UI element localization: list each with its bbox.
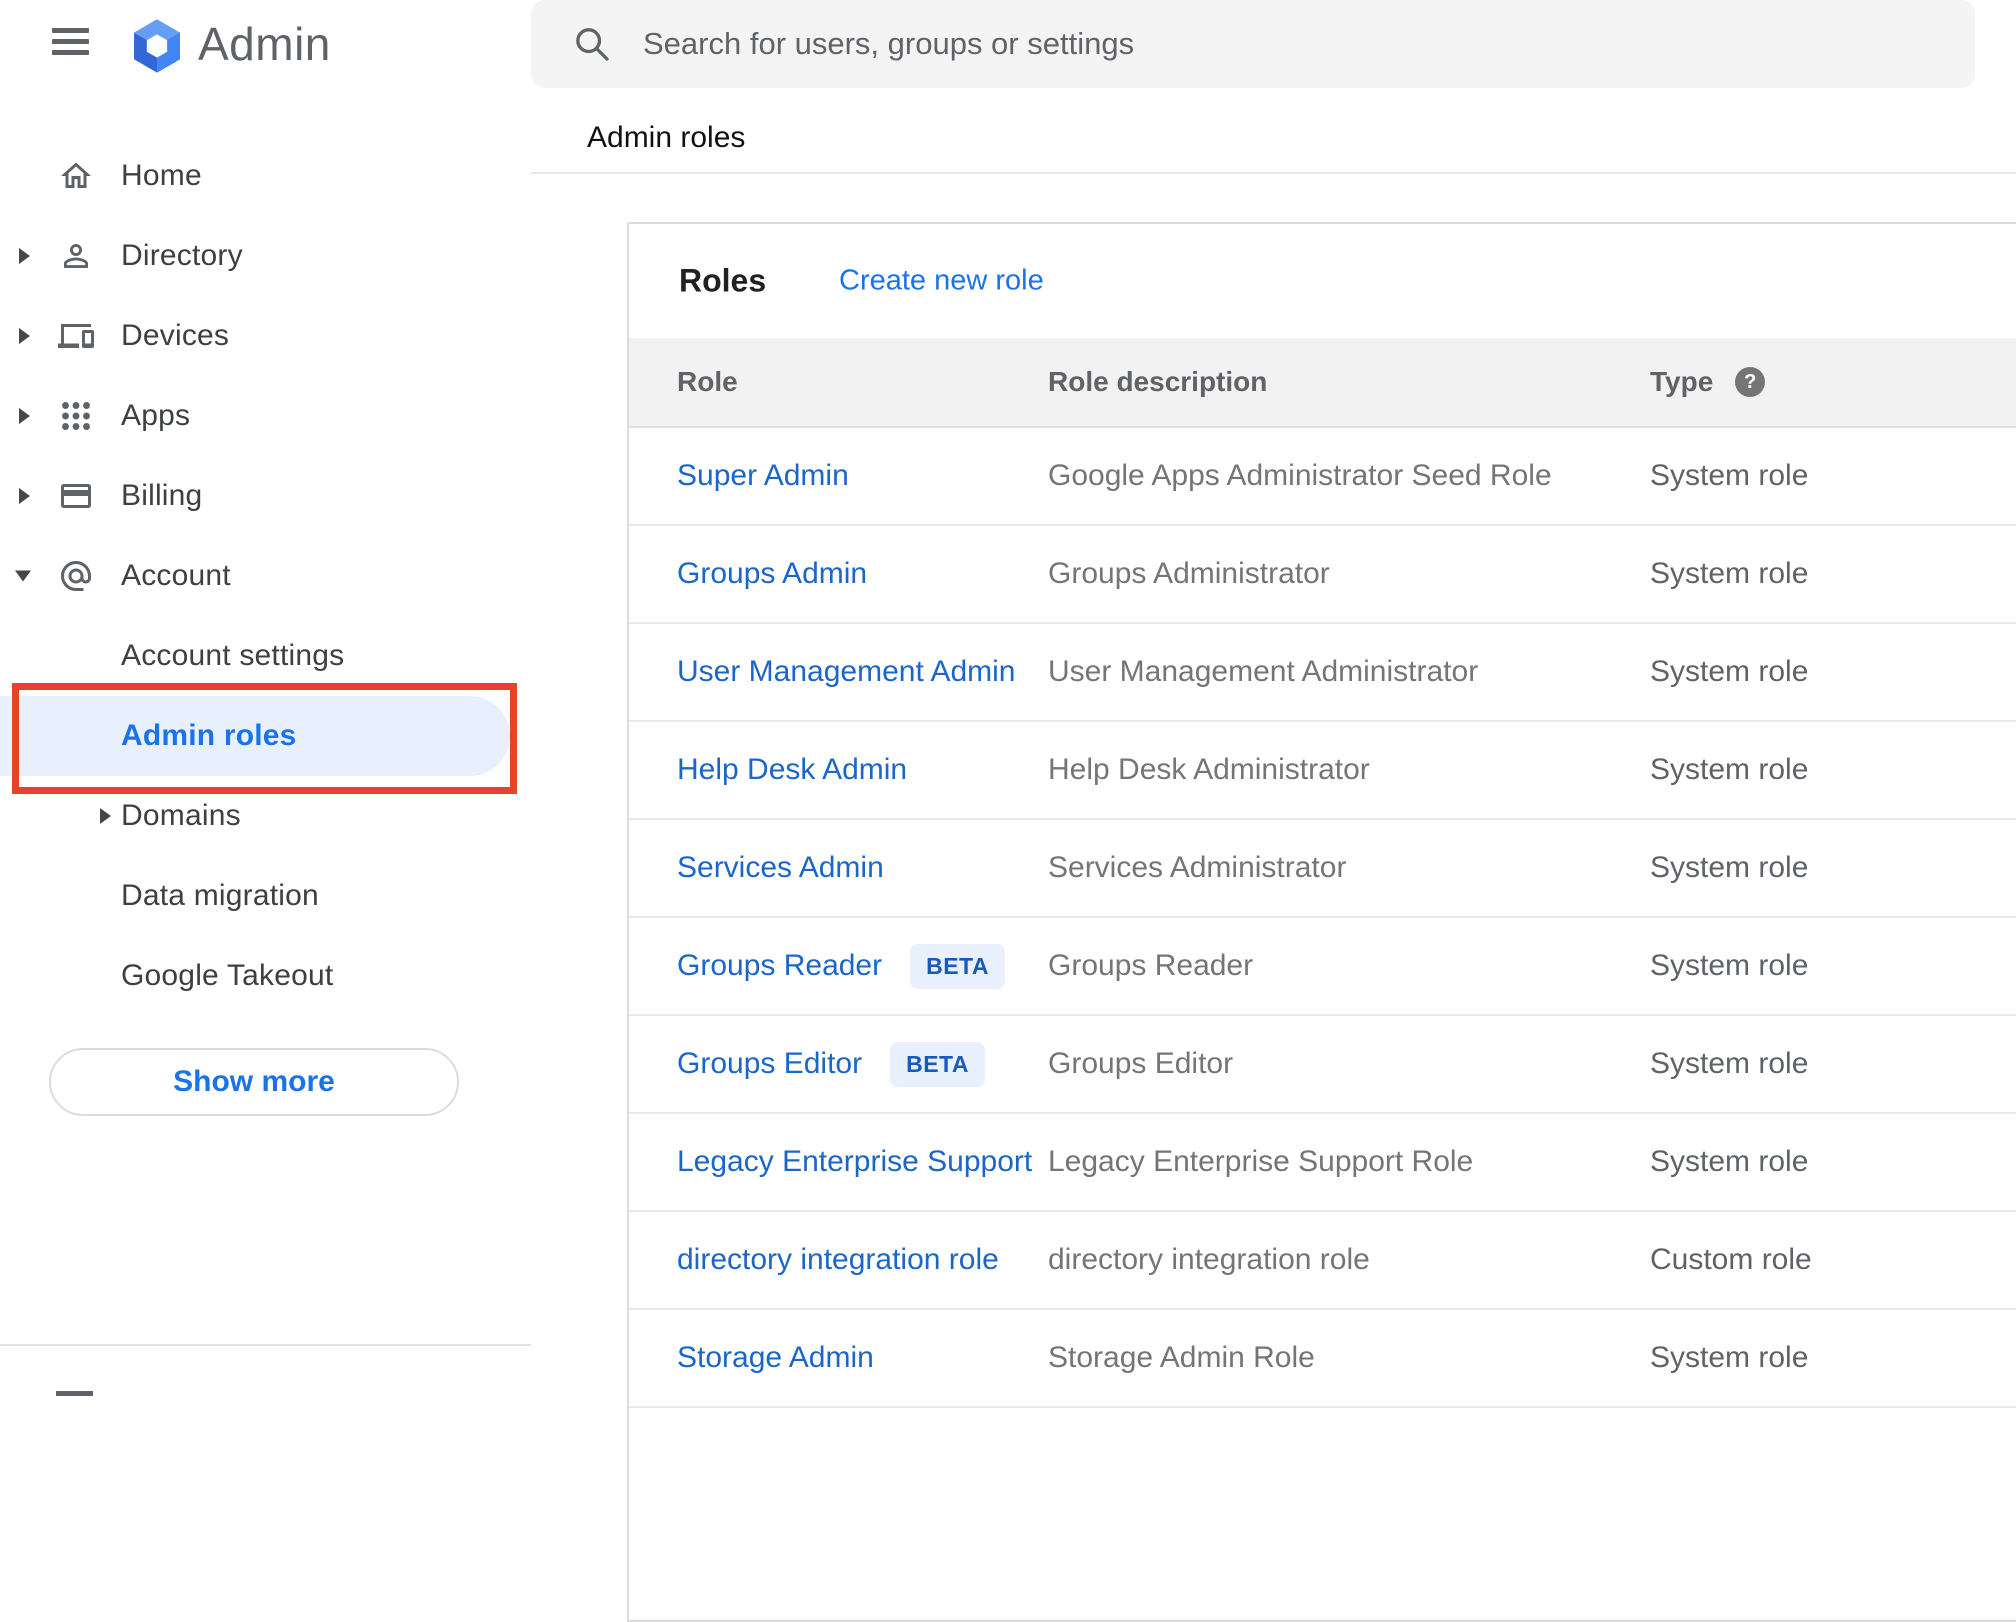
sidebar-divider bbox=[0, 1344, 531, 1346]
role-description: Groups Editor bbox=[1048, 1047, 1234, 1080]
building-icon-partial bbox=[56, 1391, 93, 1396]
role-type: System role bbox=[1650, 1145, 1809, 1178]
credit-card-icon bbox=[58, 478, 94, 514]
table-row: Groups Reader BETA Groups Reader System … bbox=[629, 918, 2016, 1016]
admin-logo bbox=[128, 17, 186, 75]
app-title: Admin bbox=[198, 18, 331, 70]
sidebar-item-admin-roles[interactable]: Admin roles bbox=[0, 696, 510, 776]
menu-icon[interactable] bbox=[52, 28, 89, 55]
sidebar-item-home[interactable]: Home bbox=[0, 136, 531, 216]
role-type: System role bbox=[1650, 1341, 1809, 1374]
expand-right-icon[interactable] bbox=[19, 248, 30, 264]
expand-right-icon[interactable] bbox=[19, 488, 30, 504]
sidebar-item-apps[interactable]: Apps bbox=[0, 376, 531, 456]
role-link[interactable]: User Management Admin bbox=[677, 655, 1016, 689]
role-description: directory integration role bbox=[1048, 1243, 1370, 1276]
sidebar-item-directory[interactable]: Directory bbox=[0, 216, 531, 296]
table-row: Super Admin Google Apps Administrator Se… bbox=[629, 428, 2016, 526]
create-new-role-link[interactable]: Create new role bbox=[839, 265, 1044, 298]
table-row: User Management Admin User Management Ad… bbox=[629, 624, 2016, 722]
card-title: Roles bbox=[679, 262, 767, 299]
table-row: Storage Admin Storage Admin Role System … bbox=[629, 1310, 2016, 1408]
role-link[interactable]: directory integration role bbox=[677, 1243, 999, 1277]
person-icon bbox=[58, 238, 94, 274]
roles-table: Super Admin Google Apps Administrator Se… bbox=[629, 428, 2016, 1408]
role-type: System role bbox=[1650, 459, 1809, 492]
column-header-type: Type ? bbox=[1650, 366, 2016, 398]
role-description: Services Administrator bbox=[1048, 851, 1347, 884]
home-icon bbox=[58, 158, 94, 194]
role-description: User Management Administrator bbox=[1048, 655, 1479, 688]
expand-right-icon[interactable] bbox=[19, 408, 30, 424]
column-header-role-description: Role description bbox=[1048, 366, 1268, 397]
role-link[interactable]: Help Desk Admin bbox=[677, 753, 907, 787]
table-header-row: Role Role description Type ? bbox=[629, 338, 2016, 428]
sidebar-item-google-takeout[interactable]: Google Takeout bbox=[0, 936, 531, 1016]
column-header-role: Role bbox=[677, 366, 738, 397]
role-link[interactable]: Legacy Enterprise Support bbox=[677, 1145, 1032, 1179]
search-icon bbox=[572, 24, 612, 64]
devices-icon bbox=[58, 318, 94, 354]
role-description: Groups Administrator bbox=[1048, 557, 1330, 590]
role-link[interactable]: Services Admin bbox=[677, 851, 884, 885]
role-description: Legacy Enterprise Support Role bbox=[1048, 1145, 1474, 1178]
role-type: System role bbox=[1650, 949, 1809, 982]
beta-badge: BETA bbox=[910, 943, 1006, 989]
table-row: Groups Admin Groups Administrator System… bbox=[629, 526, 2016, 624]
role-type: System role bbox=[1650, 655, 1809, 688]
sidebar-item-account-settings[interactable]: Account settings bbox=[0, 616, 531, 696]
role-link[interactable]: Groups Editor bbox=[677, 1047, 862, 1081]
sidebar-item-data-migration[interactable]: Data migration bbox=[0, 856, 531, 936]
search-bar[interactable] bbox=[531, 0, 1975, 88]
sidebar-item-account[interactable]: Account bbox=[0, 536, 531, 616]
role-type: System role bbox=[1650, 753, 1809, 786]
table-row: Legacy Enterprise Support Legacy Enterpr… bbox=[629, 1114, 2016, 1212]
role-type: Custom role bbox=[1650, 1243, 1812, 1276]
role-type: System role bbox=[1650, 1047, 1809, 1080]
role-type: System role bbox=[1650, 557, 1809, 590]
beta-badge: BETA bbox=[890, 1041, 985, 1087]
table-row: Help Desk Admin Help Desk Administrator … bbox=[629, 722, 2016, 820]
apps-grid-icon bbox=[58, 398, 94, 434]
sidebar-item-devices[interactable]: Devices bbox=[0, 296, 531, 376]
expand-down-icon[interactable] bbox=[15, 570, 31, 582]
role-description: Google Apps Administrator Seed Role bbox=[1048, 459, 1552, 492]
role-description: Help Desk Administrator bbox=[1048, 753, 1370, 786]
expand-right-icon[interactable] bbox=[19, 328, 30, 344]
content-divider bbox=[531, 172, 2016, 174]
role-link[interactable]: Groups Reader bbox=[677, 949, 882, 983]
role-link[interactable]: Super Admin bbox=[677, 459, 849, 493]
show-more-button[interactable]: Show more bbox=[49, 1048, 459, 1116]
table-row: Services Admin Services Administrator Sy… bbox=[629, 820, 2016, 918]
role-link[interactable]: Storage Admin bbox=[677, 1341, 874, 1375]
sidebar-item-domains[interactable]: Domains bbox=[0, 776, 531, 856]
sidebar-item-billing[interactable]: Billing bbox=[0, 456, 531, 536]
role-description: Groups Reader bbox=[1048, 949, 1254, 982]
card-header: Roles Create new role bbox=[629, 224, 2016, 338]
role-type: System role bbox=[1650, 851, 1809, 884]
help-icon[interactable]: ? bbox=[1735, 367, 1766, 397]
sidebar: Home Directory Devices Apps Billing Acco… bbox=[0, 136, 531, 1016]
table-row: directory integration role directory int… bbox=[629, 1212, 2016, 1310]
breadcrumb: Admin roles bbox=[587, 121, 746, 154]
search-input[interactable] bbox=[643, 0, 1893, 88]
role-link[interactable]: Groups Admin bbox=[677, 557, 867, 591]
table-row: Groups Editor BETA Groups Editor System … bbox=[629, 1016, 2016, 1114]
roles-card: Roles Create new role Role Role descript… bbox=[627, 222, 2016, 1622]
role-description: Storage Admin Role bbox=[1048, 1341, 1315, 1374]
expand-right-icon[interactable] bbox=[100, 808, 111, 824]
at-email-icon bbox=[58, 558, 94, 594]
